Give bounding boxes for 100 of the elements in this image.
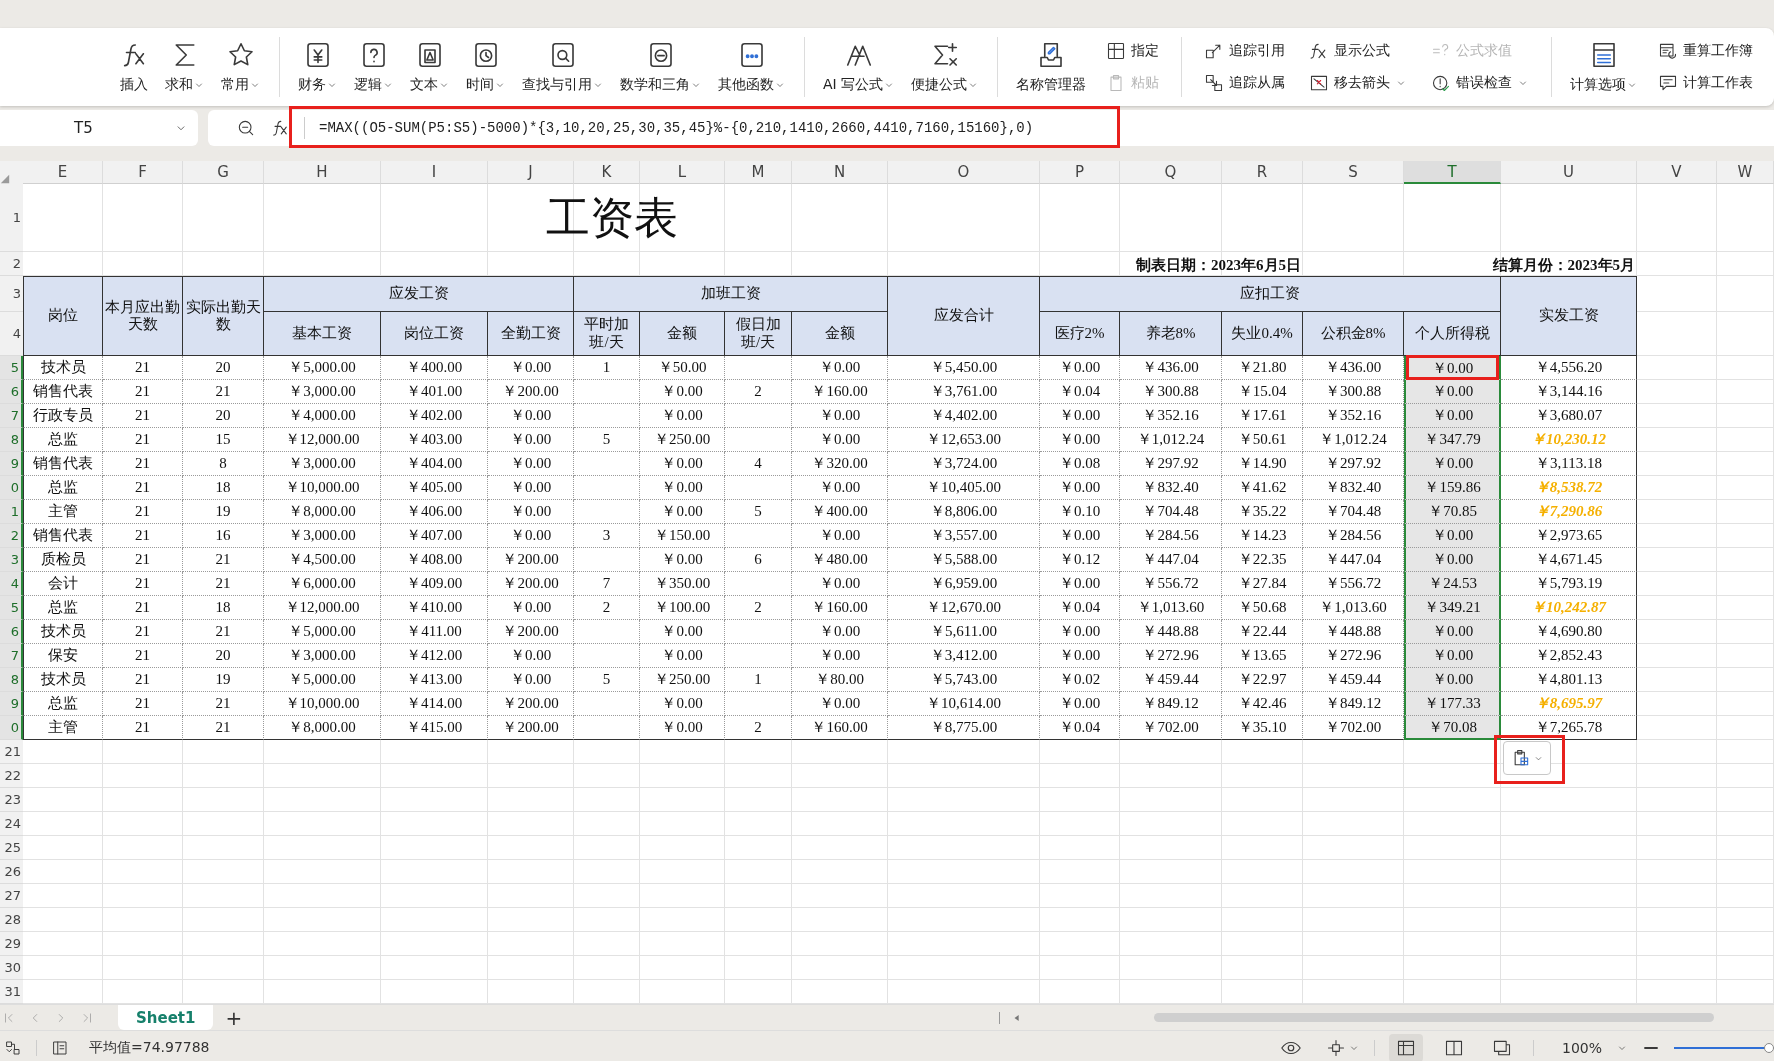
macro-icon[interactable] (4, 1039, 22, 1057)
column-header[interactable]: M (725, 161, 792, 184)
row-header[interactable]: 6 (0, 380, 23, 404)
column-header[interactable]: G (183, 161, 264, 184)
table-cell: ￥4,556.20 (1501, 356, 1637, 380)
column-header[interactable]: H (264, 161, 381, 184)
row-header[interactable]: 4 (0, 312, 23, 356)
column-header[interactable]: U (1501, 161, 1637, 184)
row-header[interactable]: 3 (0, 276, 23, 312)
ribbon-button[interactable]: 便捷公式 (905, 36, 986, 98)
column-header[interactable]: I (381, 161, 488, 184)
table-cell: 20 (183, 404, 264, 428)
ribbon-button[interactable]: 重算工作簿 (1654, 41, 1758, 61)
scrollbar-thumb[interactable] (1154, 1013, 1714, 1022)
slider-thumb[interactable] (1764, 1043, 1774, 1053)
ribbon-button[interactable]: 插入 (113, 36, 155, 98)
sheet-list-icon[interactable] (51, 1039, 69, 1057)
row-header[interactable]: 2 (0, 524, 23, 548)
table-cell: ￥4,671.45 (1501, 548, 1637, 572)
row-header[interactable]: 7 (0, 644, 23, 668)
table-cell: ￥0.00 (488, 596, 574, 620)
row-header[interactable]: 24 (0, 812, 23, 836)
row-header[interactable]: 27 (0, 884, 23, 908)
ribbon-button[interactable]: 数学和三角 (614, 36, 708, 98)
column-header[interactable]: F (103, 161, 183, 184)
column-header[interactable]: E (23, 161, 103, 184)
paste-options-button[interactable] (1503, 741, 1551, 775)
row-header[interactable]: 28 (0, 908, 23, 932)
ribbon-button[interactable]: 追踪引用 (1200, 41, 1290, 61)
ribbon-button[interactable]: 求和 (159, 36, 211, 98)
ribbon-button[interactable]: 名称管理器 (1010, 36, 1093, 98)
column-header[interactable]: Q (1120, 161, 1222, 184)
row-header[interactable]: 31 (0, 980, 23, 1004)
column-heading: 平时加班/天 (574, 312, 640, 356)
row-header[interactable]: 8 (0, 668, 23, 692)
row-header[interactable]: 5 (0, 356, 23, 380)
row-header[interactable]: 1 (0, 184, 23, 252)
ribbon-button[interactable]: 移去箭头 (1305, 73, 1412, 93)
row-header[interactable]: 9 (0, 452, 23, 476)
ribbon-button[interactable]: AI 写公式 (817, 36, 902, 98)
ribbon-button[interactable]: 显示公式 (1305, 41, 1412, 61)
ribbon-button[interactable]: 文本 (404, 36, 456, 98)
table-cell: ￥22.35 (1222, 548, 1303, 572)
ribbon-button[interactable]: 财务 (292, 36, 344, 98)
sheet-tab[interactable]: Sheet1 (118, 1005, 214, 1030)
table-cell (574, 548, 640, 572)
column-header[interactable]: O (888, 161, 1040, 184)
ribbon-button[interactable]: 其他函数 (712, 36, 792, 98)
ribbon-button[interactable]: 常用 (215, 36, 267, 98)
column-header[interactable]: K (574, 161, 640, 184)
row-header[interactable]: 22 (0, 764, 23, 788)
row-header[interactable]: 26 (0, 860, 23, 884)
normal-view-icon (1395, 1038, 1416, 1058)
ribbon-button[interactable]: 计算工作表 (1654, 73, 1758, 93)
column-header[interactable]: J (488, 161, 574, 184)
ribbon-button[interactable]: 追踪从属 (1200, 73, 1290, 93)
function-icon[interactable] (270, 118, 290, 138)
ribbon-button[interactable]: 错误检查 (1427, 73, 1534, 93)
ribbon-button[interactable]: 指定 (1102, 41, 1164, 61)
row-header[interactable]: 23 (0, 788, 23, 812)
row-header[interactable]: 2 (0, 252, 23, 276)
row-header[interactable]: 0 (0, 476, 23, 500)
ribbon-button[interactable]: 逻辑 (348, 36, 400, 98)
table-cell: ￥1,013.60 (1303, 596, 1404, 620)
table-cell: ￥3,557.00 (888, 524, 1040, 548)
column-header[interactable]: R (1222, 161, 1303, 184)
table-cell: ￥0.00 (488, 644, 574, 668)
column-header[interactable]: W (1717, 161, 1774, 184)
name-box[interactable]: T5 (0, 110, 198, 146)
row-header[interactable]: 29 (0, 932, 23, 956)
row-header[interactable]: 6 (0, 620, 23, 644)
view-button[interactable] (1388, 1034, 1423, 1061)
ribbon-button[interactable]: 计算选项 (1564, 36, 1645, 98)
column-header[interactable]: V (1637, 161, 1717, 184)
row-header[interactable]: 21 (0, 740, 23, 764)
zoom-level[interactable]: 100% (1561, 1040, 1602, 1056)
column-header[interactable]: N (792, 161, 888, 184)
row-header[interactable]: 3 (0, 548, 23, 572)
ribbon-button[interactable]: 时间 (460, 36, 512, 98)
column-header[interactable]: L (640, 161, 725, 184)
row-header[interactable]: 5 (0, 596, 23, 620)
zoom-out-icon[interactable] (236, 118, 256, 138)
column-header[interactable]: S (1303, 161, 1404, 184)
row-header[interactable]: 1 (0, 500, 23, 524)
scroll-left-icon[interactable] (1012, 1012, 1022, 1023)
row-header[interactable]: 25 (0, 836, 23, 860)
row-header[interactable]: 30 (0, 956, 23, 980)
row-header[interactable]: 0 (0, 716, 23, 740)
row-header[interactable]: 4 (0, 572, 23, 596)
table-cell: ￥10,000.00 (264, 692, 381, 716)
crosshair-icon[interactable] (1325, 1038, 1346, 1058)
column-header[interactable]: T (1404, 161, 1501, 184)
ribbon-button[interactable]: 查找与引用 (516, 36, 610, 98)
row-header[interactable]: 7 (0, 404, 23, 428)
table-cell: 21 (103, 500, 183, 524)
add-sheet-button[interactable]: + (219, 1005, 249, 1030)
row-header[interactable]: 8 (0, 428, 23, 452)
row-header[interactable]: 9 (0, 692, 23, 716)
column-header[interactable]: P (1040, 161, 1120, 184)
table-cell: ￥10,614.00 (888, 692, 1040, 716)
